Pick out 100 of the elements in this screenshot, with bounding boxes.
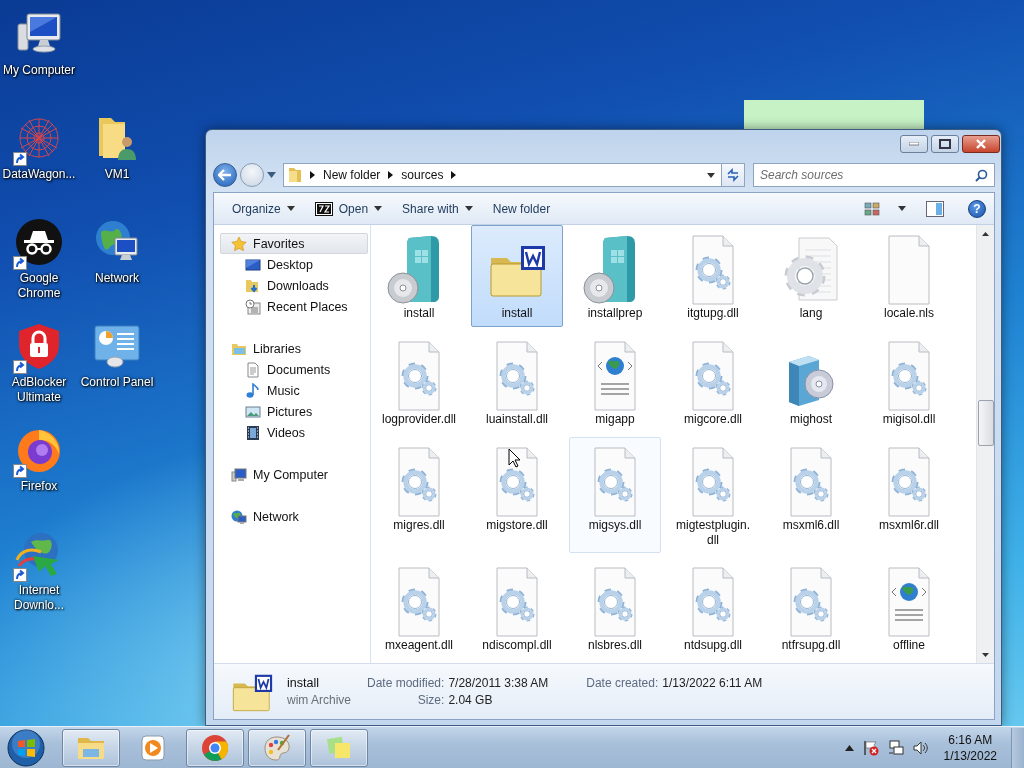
file-item[interactable]: migres.dll bbox=[373, 437, 465, 553]
open-button[interactable]: Open bbox=[306, 196, 391, 221]
icon-label[interactable]: DataWagon... bbox=[2, 167, 76, 182]
chrome-icon bbox=[200, 732, 230, 763]
show-hidden-icons-icon[interactable] bbox=[844, 744, 854, 751]
shortcut-arrow-icon bbox=[13, 464, 27, 478]
nav-item[interactable]: My Computer bbox=[220, 464, 368, 485]
file-name: install bbox=[287, 676, 320, 690]
folder-icon bbox=[288, 167, 302, 183]
mouse-cursor-icon bbox=[508, 448, 521, 468]
close-button[interactable] bbox=[962, 135, 1000, 153]
icon-label[interactable]: My Computer bbox=[3, 63, 75, 78]
caret-icon bbox=[898, 206, 906, 211]
view-grid-icon bbox=[864, 201, 880, 216]
globe-monitor-icon bbox=[231, 508, 247, 525]
shortcut-arrow-icon bbox=[13, 568, 27, 582]
file-item[interactable]: luainstall.dll bbox=[471, 331, 563, 433]
icon-label[interactable]: Firefox bbox=[20, 479, 58, 494]
nav-item[interactable]: Recent Places bbox=[220, 296, 368, 317]
address-bar[interactable]: New folder sources bbox=[283, 163, 722, 187]
file-item[interactable]: locale.nls bbox=[863, 225, 955, 327]
volume-icon[interactable] bbox=[912, 739, 929, 756]
history-caret-icon[interactable] bbox=[267, 172, 276, 178]
nav-item[interactable]: Desktop bbox=[220, 254, 368, 275]
file-item[interactable]: msxml6r.dll bbox=[863, 437, 955, 553]
menu-button[interactable]: Organize bbox=[224, 196, 303, 221]
shortcut-arrow-icon bbox=[13, 152, 27, 166]
shortcut-arrow-icon bbox=[13, 360, 27, 374]
file-item[interactable]: logprovider.dll bbox=[373, 331, 465, 433]
field-label: Date created: bbox=[586, 676, 659, 690]
file-item[interactable]: nlsbres.dll bbox=[569, 557, 661, 659]
file-item[interactable]: install bbox=[471, 225, 563, 327]
folder-download-icon bbox=[245, 277, 261, 294]
file-item[interactable]: msxml6.dll bbox=[765, 437, 857, 553]
icon-label[interactable]: Network bbox=[95, 271, 139, 286]
refresh-button[interactable] bbox=[721, 163, 745, 187]
maximize-button[interactable] bbox=[931, 135, 959, 153]
nav-item[interactable]: Libraries bbox=[220, 338, 368, 359]
caret-icon[interactable] bbox=[707, 172, 715, 178]
file-item[interactable]: itgtupg.dll bbox=[667, 225, 759, 327]
icon-label[interactable]: Control Panel bbox=[80, 375, 154, 390]
breadcrumb-item[interactable]: New folder bbox=[323, 168, 381, 182]
file-item[interactable]: offline bbox=[863, 557, 955, 659]
file-item[interactable]: migstore.dll bbox=[471, 437, 563, 553]
computer-icon bbox=[231, 466, 247, 483]
nav-item[interactable]: Downloads bbox=[220, 275, 368, 296]
down-arrow-icon bbox=[982, 652, 989, 657]
nav-item[interactable]: Documents bbox=[220, 359, 368, 380]
file-item[interactable]: migcore.dll bbox=[667, 331, 759, 433]
chevron-icon bbox=[388, 171, 394, 179]
file-item[interactable]: ndiscompl.dll bbox=[471, 557, 563, 659]
maximize-icon bbox=[939, 139, 951, 149]
desktop-icon bbox=[245, 256, 261, 273]
palette-icon bbox=[262, 732, 292, 763]
scroll-thumb[interactable] bbox=[977, 400, 994, 446]
breadcrumb-item[interactable]: sources bbox=[401, 168, 444, 182]
toolbar-button[interactable]: New folder bbox=[484, 196, 559, 221]
file-item[interactable]: install bbox=[373, 225, 465, 327]
file-item[interactable]: installprep bbox=[569, 225, 661, 327]
back-button[interactable] bbox=[213, 163, 237, 187]
search-icon[interactable] bbox=[975, 169, 988, 182]
chevron-icon bbox=[310, 171, 315, 179]
taskbar-button[interactable] bbox=[62, 728, 120, 767]
nav-item[interactable]: Network bbox=[220, 506, 368, 527]
caret-icon bbox=[374, 206, 383, 211]
start-button[interactable] bbox=[4, 728, 48, 767]
file-item[interactable]: ntdsupg.dll bbox=[667, 557, 759, 659]
file-item[interactable]: mxeagent.dll bbox=[373, 557, 465, 659]
file-item[interactable]: migsys.dll bbox=[569, 437, 661, 553]
menu-button[interactable]: Share with bbox=[394, 196, 481, 221]
archiver-icon bbox=[314, 201, 333, 216]
refresh-icon bbox=[726, 168, 740, 182]
file-item[interactable]: migisol.dll bbox=[863, 331, 955, 433]
document-icon bbox=[245, 361, 261, 378]
file-type: wim Archive bbox=[287, 693, 352, 707]
back-arrow-icon bbox=[218, 169, 232, 181]
chevron-icon bbox=[451, 171, 457, 179]
nav-item[interactable]: Pictures bbox=[220, 401, 368, 422]
shortcut-arrow-icon bbox=[13, 256, 27, 270]
file-item[interactable]: migtestplugin.dll bbox=[667, 437, 759, 553]
search-field[interactable]: Search sources bbox=[753, 163, 995, 187]
clock[interactable]: 6:16 AM 1/13/2022 bbox=[943, 731, 997, 764]
file-item[interactable]: ntfrsupg.dll bbox=[765, 557, 857, 659]
file-item[interactable]: migapp bbox=[569, 331, 661, 433]
flag-alert-icon[interactable] bbox=[862, 739, 879, 756]
taskbar-button[interactable] bbox=[248, 728, 306, 767]
file-item[interactable]: mighost bbox=[765, 331, 857, 433]
up-arrow-icon bbox=[982, 231, 989, 236]
icon-label[interactable]: VM1 bbox=[104, 167, 130, 182]
taskbar-button[interactable] bbox=[186, 728, 244, 767]
scrollbar[interactable] bbox=[976, 225, 994, 663]
help-button[interactable]: ? bbox=[968, 199, 986, 218]
taskbar-button[interactable] bbox=[310, 728, 368, 767]
nav-item[interactable]: Music bbox=[220, 380, 368, 401]
icon-label[interactable]: AdBlocker Ultimate bbox=[0, 375, 78, 405]
network-status-icon[interactable] bbox=[887, 739, 904, 756]
nav-item[interactable]: Videos bbox=[220, 422, 368, 443]
nav-item[interactable]: Favorites bbox=[220, 233, 368, 254]
file-item[interactable]: lang bbox=[765, 225, 857, 327]
icon-label[interactable]: Google Chrome bbox=[0, 271, 78, 301]
